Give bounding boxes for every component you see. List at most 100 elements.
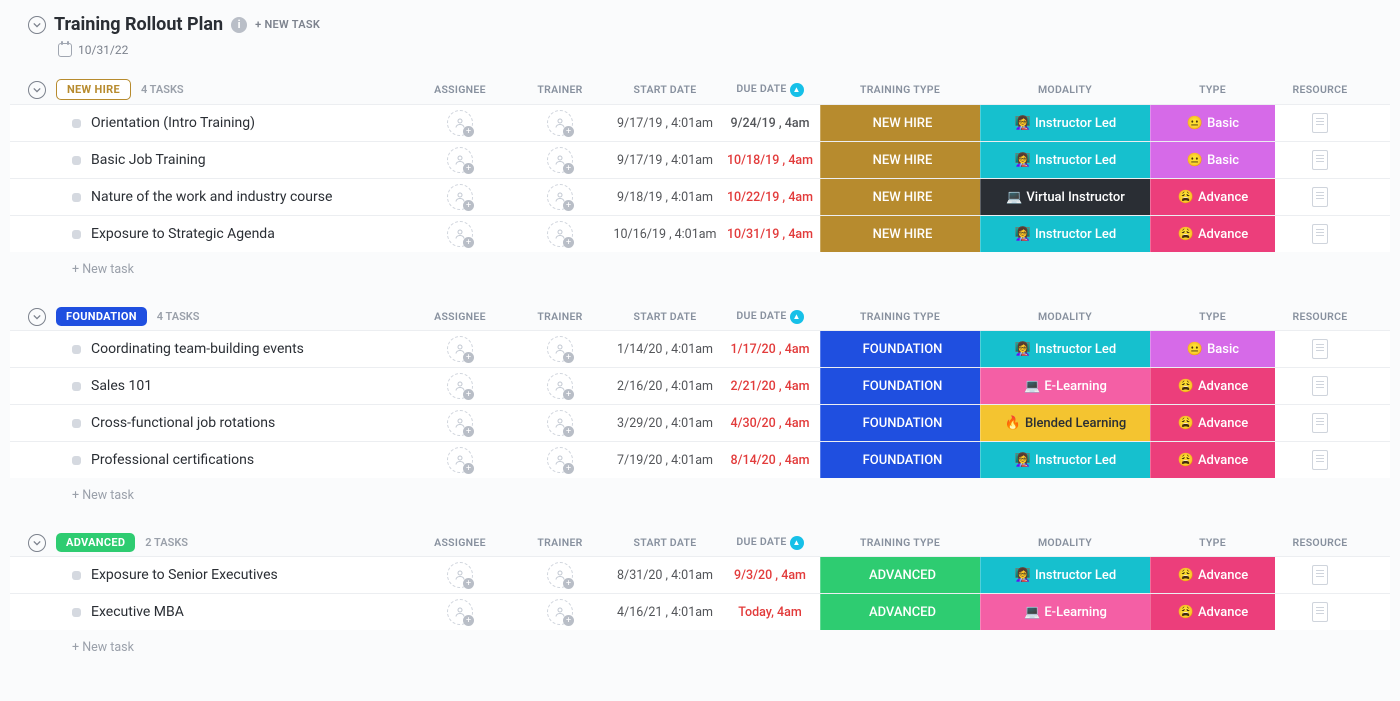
- modality-tag[interactable]: 👩‍🏫Instructor Led: [980, 105, 1150, 141]
- task-name[interactable]: Nature of the work and industry course: [91, 189, 332, 205]
- resource-doc-icon[interactable]: [1312, 224, 1328, 244]
- due-date[interactable]: 10/31/19 , 4am: [720, 216, 820, 252]
- status-dot[interactable]: [72, 345, 81, 354]
- task-name[interactable]: Exposure to Senior Executives: [91, 567, 278, 583]
- task-row[interactable]: Orientation (Intro Training) + + 9/17/19…: [10, 104, 1390, 141]
- training-type-tag[interactable]: NEW HIRE: [820, 142, 980, 178]
- new-task-inline[interactable]: + New task: [10, 478, 1390, 511]
- task-row[interactable]: Cross-functional job rotations + + 3/29/…: [10, 404, 1390, 441]
- type-tag[interactable]: 😩Advance: [1150, 442, 1275, 478]
- task-name[interactable]: Cross-functional job rotations: [91, 415, 275, 431]
- training-type-tag[interactable]: FOUNDATION: [820, 331, 980, 367]
- assignee-add[interactable]: +: [447, 373, 473, 399]
- training-type-tag[interactable]: FOUNDATION: [820, 368, 980, 404]
- group-pill[interactable]: NEW HIRE: [56, 79, 131, 100]
- modality-tag[interactable]: 🔥Blended Learning: [980, 405, 1150, 441]
- trainer-add[interactable]: +: [547, 110, 573, 136]
- resource-doc-icon[interactable]: [1312, 113, 1328, 133]
- resource-doc-icon[interactable]: [1312, 150, 1328, 170]
- status-dot[interactable]: [72, 456, 81, 465]
- sort-asc-icon[interactable]: ▲: [790, 310, 804, 324]
- resource-doc-icon[interactable]: [1312, 187, 1328, 207]
- modality-tag[interactable]: 💻E-Learning: [980, 368, 1150, 404]
- modality-tag[interactable]: 💻E-Learning: [980, 594, 1150, 630]
- assignee-add[interactable]: +: [447, 147, 473, 173]
- task-name[interactable]: Exposure to Strategic Agenda: [91, 226, 275, 242]
- start-date[interactable]: 2/16/20 , 4:01am: [610, 368, 720, 404]
- training-type-tag[interactable]: ADVANCED: [820, 594, 980, 630]
- task-row[interactable]: Sales 101 + + 2/16/20 , 4:01am 2/21/20 ,…: [10, 367, 1390, 404]
- task-row[interactable]: Coordinating team-building events + + 1/…: [10, 330, 1390, 367]
- resource-doc-icon[interactable]: [1312, 450, 1328, 470]
- modality-tag[interactable]: 👩‍🏫Instructor Led: [980, 557, 1150, 593]
- resource-doc-icon[interactable]: [1312, 565, 1328, 585]
- task-name[interactable]: Orientation (Intro Training): [91, 115, 255, 131]
- start-date[interactable]: 10/16/19 , 4:01am: [610, 216, 720, 252]
- type-tag[interactable]: 😩Advance: [1150, 557, 1275, 593]
- training-type-tag[interactable]: NEW HIRE: [820, 179, 980, 215]
- task-name[interactable]: Coordinating team-building events: [91, 341, 304, 357]
- resource-doc-icon[interactable]: [1312, 376, 1328, 396]
- start-date[interactable]: 7/19/20 , 4:01am: [610, 442, 720, 478]
- group-collapse-toggle[interactable]: [28, 308, 46, 326]
- status-dot[interactable]: [72, 193, 81, 202]
- assignee-add[interactable]: +: [447, 562, 473, 588]
- modality-tag[interactable]: 👩‍🏫Instructor Led: [980, 442, 1150, 478]
- type-tag[interactable]: 😐Basic: [1150, 142, 1275, 178]
- assignee-add[interactable]: +: [447, 447, 473, 473]
- group-pill[interactable]: FOUNDATION: [56, 307, 147, 326]
- type-tag[interactable]: 😩Advance: [1150, 594, 1275, 630]
- assignee-add[interactable]: +: [447, 599, 473, 625]
- status-dot[interactable]: [72, 608, 81, 617]
- trainer-add[interactable]: +: [547, 184, 573, 210]
- type-tag[interactable]: 😩Advance: [1150, 368, 1275, 404]
- assignee-add[interactable]: +: [447, 336, 473, 362]
- start-date[interactable]: 1/14/20 , 4:01am: [610, 331, 720, 367]
- modality-tag[interactable]: 👩‍🏫Instructor Led: [980, 216, 1150, 252]
- resource-doc-icon[interactable]: [1312, 339, 1328, 359]
- task-name[interactable]: Sales 101: [91, 378, 152, 394]
- assignee-add[interactable]: +: [447, 221, 473, 247]
- due-date[interactable]: 4/30/20 , 4am: [720, 405, 820, 441]
- training-type-tag[interactable]: NEW HIRE: [820, 216, 980, 252]
- modality-tag[interactable]: 👩‍🏫Instructor Led: [980, 142, 1150, 178]
- due-date[interactable]: 10/22/19 , 4am: [720, 179, 820, 215]
- assignee-add[interactable]: +: [447, 184, 473, 210]
- type-tag[interactable]: 😩Advance: [1150, 405, 1275, 441]
- modality-tag[interactable]: 👩‍🏫Instructor Led: [980, 331, 1150, 367]
- status-dot[interactable]: [72, 156, 81, 165]
- assignee-add[interactable]: +: [447, 410, 473, 436]
- task-name[interactable]: Executive MBA: [91, 604, 184, 620]
- group-pill[interactable]: ADVANCED: [56, 533, 135, 552]
- type-tag[interactable]: 😩Advance: [1150, 216, 1275, 252]
- start-date[interactable]: 9/17/19 , 4:01am: [610, 142, 720, 178]
- resource-doc-icon[interactable]: [1312, 602, 1328, 622]
- status-dot[interactable]: [72, 382, 81, 391]
- sort-asc-icon[interactable]: ▲: [790, 83, 804, 97]
- training-type-tag[interactable]: FOUNDATION: [820, 442, 980, 478]
- info-icon[interactable]: i: [231, 17, 247, 33]
- task-name[interactable]: Professional certifications: [91, 452, 254, 468]
- new-task-inline[interactable]: + New task: [10, 630, 1390, 663]
- due-date[interactable]: 2/21/20 , 4am: [720, 368, 820, 404]
- task-name[interactable]: Basic Job Training: [91, 152, 206, 168]
- training-type-tag[interactable]: NEW HIRE: [820, 105, 980, 141]
- collapse-all-toggle[interactable]: [28, 16, 46, 34]
- status-dot[interactable]: [72, 230, 81, 239]
- task-row[interactable]: Nature of the work and industry course +…: [10, 178, 1390, 215]
- trainer-add[interactable]: +: [547, 336, 573, 362]
- modality-tag[interactable]: 💻Virtual Instructor: [980, 179, 1150, 215]
- trainer-add[interactable]: +: [547, 373, 573, 399]
- start-date[interactable]: 9/18/19 , 4:01am: [610, 179, 720, 215]
- status-dot[interactable]: [72, 571, 81, 580]
- task-row[interactable]: Exposure to Senior Executives + + 8/31/2…: [10, 556, 1390, 593]
- sort-asc-icon[interactable]: ▲: [790, 536, 804, 550]
- training-type-tag[interactable]: FOUNDATION: [820, 405, 980, 441]
- resource-doc-icon[interactable]: [1312, 413, 1328, 433]
- start-date[interactable]: 4/16/21 , 4:01am: [610, 594, 720, 630]
- type-tag[interactable]: 😩Advance: [1150, 179, 1275, 215]
- group-collapse-toggle[interactable]: [28, 534, 46, 552]
- new-task-inline[interactable]: + New task: [10, 252, 1390, 285]
- task-row[interactable]: Executive MBA + + 4/16/21 , 4:01am Today…: [10, 593, 1390, 630]
- task-row[interactable]: Exposure to Strategic Agenda + + 10/16/1…: [10, 215, 1390, 252]
